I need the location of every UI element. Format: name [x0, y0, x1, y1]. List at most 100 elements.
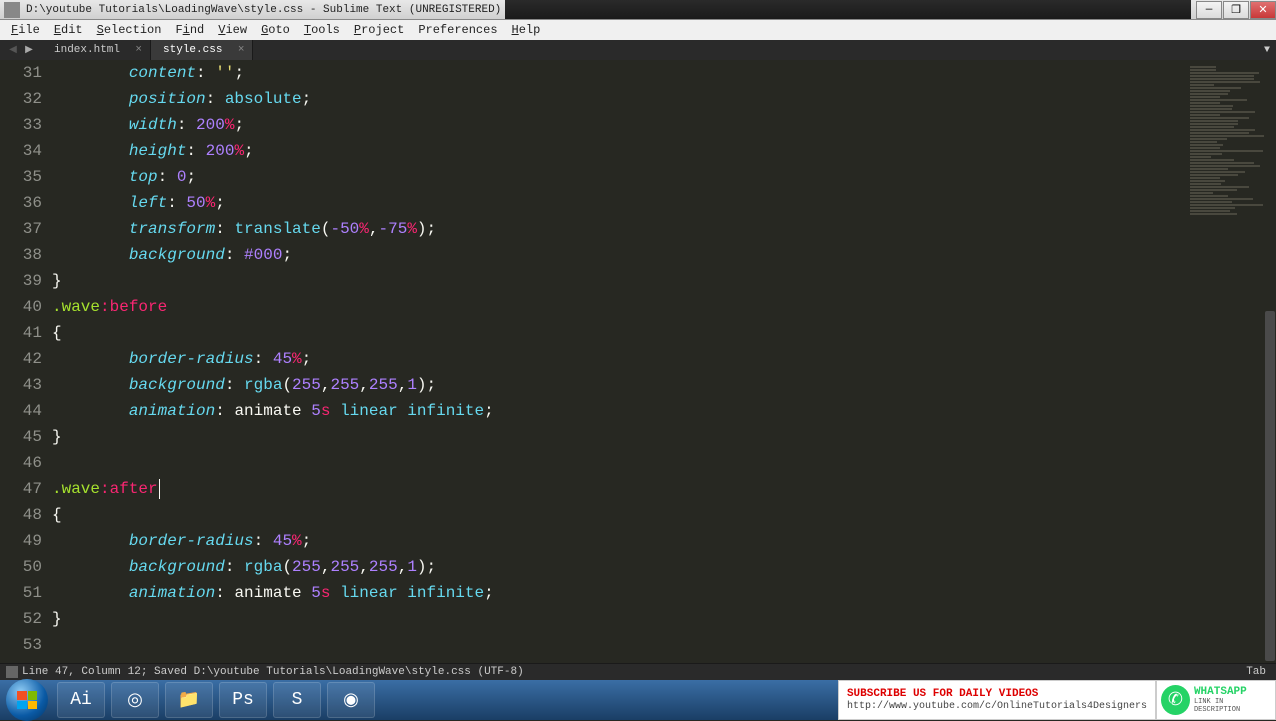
- taskbar-app-illustrator[interactable]: Ai: [57, 682, 105, 718]
- line-number: 49: [0, 528, 42, 554]
- code-line[interactable]: background: rgba(255,255,255,1);: [52, 554, 1176, 580]
- windows-logo-icon: [17, 691, 37, 709]
- line-number: 39: [0, 268, 42, 294]
- line-number: 47: [0, 476, 42, 502]
- vertical-scrollbar[interactable]: [1264, 60, 1276, 663]
- line-number: 42: [0, 346, 42, 372]
- code-line[interactable]: background: rgba(255,255,255,1);: [52, 372, 1176, 398]
- tab-label: style.css: [163, 44, 222, 56]
- taskbar-app-photoshop[interactable]: Ps: [219, 682, 267, 718]
- menu-goto[interactable]: Goto: [254, 23, 297, 37]
- minimap[interactable]: [1176, 60, 1276, 663]
- minimize-button[interactable]: —: [1196, 1, 1222, 19]
- code-line[interactable]: .wave:after: [52, 476, 1176, 502]
- line-number: 52: [0, 606, 42, 632]
- code-line[interactable]: animation: animate 5s linear infinite;: [52, 580, 1176, 606]
- nav-forward-icon[interactable]: ▶: [22, 43, 36, 57]
- line-number: 43: [0, 372, 42, 398]
- whatsapp-sub: LINK IN DESCRIPTION: [1194, 698, 1271, 714]
- taskbar-app-chrome[interactable]: ◉: [327, 682, 375, 718]
- menu-selection[interactable]: Selection: [90, 23, 169, 37]
- code-line[interactable]: top: 0;: [52, 164, 1176, 190]
- tabs-overflow-icon[interactable]: ▼: [1258, 45, 1276, 56]
- code-line[interactable]: width: 200%;: [52, 112, 1176, 138]
- line-number: 44: [0, 398, 42, 424]
- tabs: index.html × style.css ×: [42, 40, 253, 60]
- code-line[interactable]: transform: translate(-50%,-75%);: [52, 216, 1176, 242]
- menubar: File Edit Selection Find View Goto Tools…: [0, 20, 1276, 40]
- scrollbar-thumb[interactable]: [1265, 311, 1275, 661]
- status-left: Line 47, Column 12; Saved D:\youtube Tut…: [22, 666, 524, 678]
- menu-file[interactable]: File: [4, 23, 47, 37]
- taskbar: Ai ◎ 📁 Ps S ◉ SUBSCRIBE US FOR DAILY VID…: [0, 680, 1276, 720]
- line-number: 37: [0, 216, 42, 242]
- line-number: 32: [0, 86, 42, 112]
- code-line[interactable]: border-radius: 45%;: [52, 528, 1176, 554]
- code-line[interactable]: .wave:before: [52, 294, 1176, 320]
- whatsapp-badge: ✆ WHATSAPP LINK IN DESCRIPTION: [1156, 680, 1276, 720]
- taskbar-app-camtasia[interactable]: ◎: [111, 682, 159, 718]
- close-button[interactable]: ✕: [1250, 1, 1276, 19]
- nav-arrows: ◀ ▶: [0, 43, 42, 57]
- line-number: 34: [0, 138, 42, 164]
- subscribe-banner: SUBSCRIBE US FOR DAILY VIDEOS http://www…: [838, 680, 1156, 720]
- line-number: 50: [0, 554, 42, 580]
- editor: 3132333435363738394041424344454647484950…: [0, 60, 1276, 663]
- tab-index-html[interactable]: index.html ×: [42, 40, 151, 60]
- titlebar-spacer: [505, 0, 1191, 19]
- tab-close-icon[interactable]: ×: [238, 44, 245, 56]
- status-icon: [6, 666, 18, 678]
- tab-style-css[interactable]: style.css ×: [151, 40, 253, 60]
- taskbar-app-sublime[interactable]: S: [273, 682, 321, 718]
- menu-edit[interactable]: Edit: [47, 23, 90, 37]
- taskbar-app-explorer[interactable]: 📁: [165, 682, 213, 718]
- app-icon: [4, 2, 20, 18]
- code-line[interactable]: border-radius: 45%;: [52, 346, 1176, 372]
- menu-project[interactable]: Project: [347, 23, 411, 37]
- code-line[interactable]: {: [52, 320, 1176, 346]
- text-caret: [159, 479, 160, 499]
- window-title: D:\youtube Tutorials\LoadingWave\style.c…: [24, 4, 501, 16]
- whatsapp-title: WHATSAPP: [1194, 686, 1271, 698]
- menu-find[interactable]: Find: [168, 23, 211, 37]
- maximize-button[interactable]: ❐: [1223, 1, 1249, 19]
- line-number: 45: [0, 424, 42, 450]
- code-line[interactable]: height: 200%;: [52, 138, 1176, 164]
- line-number: 53: [0, 632, 42, 658]
- code-line[interactable]: animation: animate 5s linear infinite;: [52, 398, 1176, 424]
- menu-preferences[interactable]: Preferences: [411, 23, 504, 37]
- line-number: 31: [0, 60, 42, 86]
- start-button[interactable]: [6, 679, 48, 721]
- subscribe-title: SUBSCRIBE US FOR DAILY VIDEOS: [847, 688, 1147, 700]
- menu-view[interactable]: View: [211, 23, 254, 37]
- code-line[interactable]: [52, 450, 1176, 476]
- tab-close-icon[interactable]: ×: [135, 44, 142, 56]
- status-right[interactable]: Tab: [1242, 666, 1270, 678]
- line-number: 38: [0, 242, 42, 268]
- line-number: 36: [0, 190, 42, 216]
- line-number: 35: [0, 164, 42, 190]
- code-area[interactable]: content: ''; position: absolute; width: …: [52, 60, 1176, 663]
- menu-help[interactable]: Help: [505, 23, 548, 37]
- whatsapp-icon: ✆: [1161, 685, 1190, 715]
- line-number: 41: [0, 320, 42, 346]
- subscribe-url: http://www.youtube.com/c/OnlineTutorials…: [847, 701, 1147, 712]
- code-line[interactable]: }: [52, 424, 1176, 450]
- code-line[interactable]: {: [52, 502, 1176, 528]
- code-line[interactable]: [52, 632, 1176, 658]
- line-number: 46: [0, 450, 42, 476]
- code-line[interactable]: left: 50%;: [52, 190, 1176, 216]
- menu-tools[interactable]: Tools: [297, 23, 347, 37]
- code-line[interactable]: position: absolute;: [52, 86, 1176, 112]
- tab-label: index.html: [54, 44, 120, 56]
- nav-back-icon[interactable]: ◀: [6, 43, 20, 57]
- statusbar: Line 47, Column 12; Saved D:\youtube Tut…: [0, 663, 1276, 680]
- code-line[interactable]: background: #000;: [52, 242, 1176, 268]
- window-buttons: — ❐ ✕: [1195, 1, 1276, 19]
- code-line[interactable]: content: '';: [52, 60, 1176, 86]
- code-line[interactable]: }: [52, 606, 1176, 632]
- code-line[interactable]: }: [52, 268, 1176, 294]
- line-number: 51: [0, 580, 42, 606]
- line-number: 40: [0, 294, 42, 320]
- line-number: 48: [0, 502, 42, 528]
